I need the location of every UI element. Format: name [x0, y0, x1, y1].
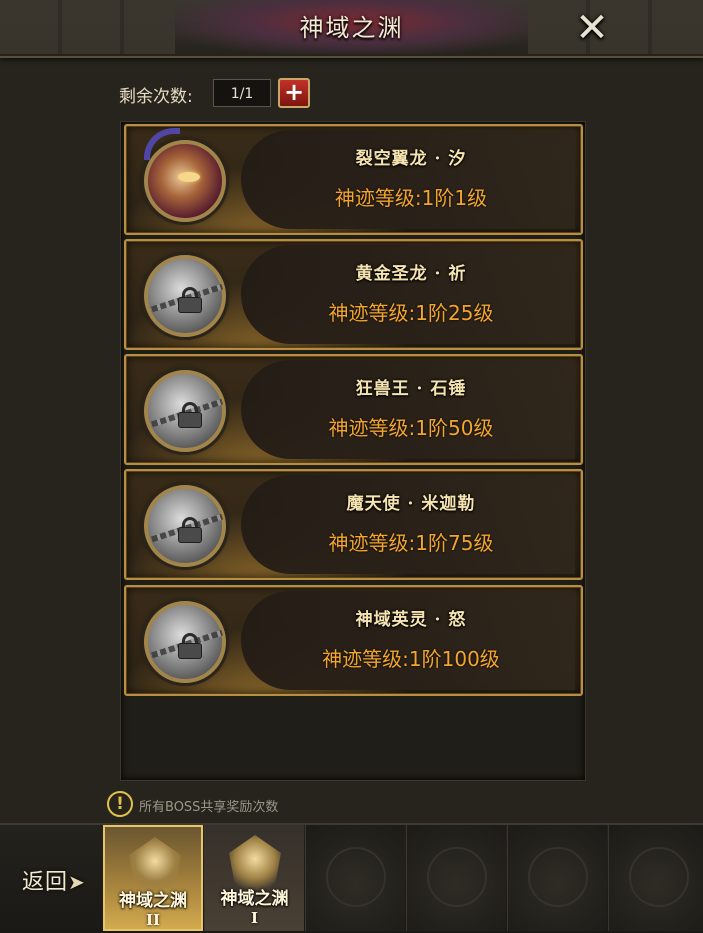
boss-portrait-dragon — [144, 128, 226, 222]
tab-abyss-1[interactable]: 神域之渊 I — [204, 825, 304, 931]
empty-tab-slot — [507, 825, 607, 931]
empty-slot-emblem — [629, 847, 689, 907]
crest-icon — [129, 837, 181, 897]
boss-level: 神迹等级:1阶50级 — [328, 416, 494, 440]
tab-label: 神域之渊 — [119, 891, 187, 911]
boss-portrait-locked — [144, 370, 226, 452]
empty-tab-slot — [406, 825, 506, 931]
empty-slot-emblem — [326, 847, 386, 907]
boss-portrait-locked — [144, 255, 226, 337]
boss-portrait-locked — [144, 485, 226, 567]
boss-name: 神域英灵 · 怒 — [355, 610, 467, 630]
boss-name: 黄金圣龙 · 祈 — [355, 264, 467, 284]
horn-decoration — [144, 128, 180, 160]
boss-card-1[interactable]: 裂空翼龙 · 汐 神迹等级:1阶1级 — [124, 124, 583, 235]
empty-slot-emblem — [427, 847, 487, 907]
boss-name: 裂空翼龙 · 汐 — [355, 149, 467, 169]
boss-card-5[interactable]: 神域英灵 · 怒 神迹等级:1阶100级 — [124, 585, 583, 696]
tab-roman-numeral: I — [250, 909, 259, 927]
add-attempts-button[interactable]: + — [278, 78, 310, 108]
lock-icon — [178, 287, 202, 313]
back-label: 返回 — [22, 870, 69, 895]
empty-tab-slot — [608, 825, 703, 931]
boss-level: 神迹等级:1阶25级 — [328, 301, 494, 325]
close-icon[interactable]: ✕ — [572, 8, 612, 48]
tab-label: 神域之渊 — [220, 889, 289, 909]
back-button[interactable]: 返回➤ — [22, 864, 86, 896]
boss-level: 神迹等级:1阶1级 — [334, 186, 488, 210]
lock-icon — [178, 517, 202, 543]
boss-card-2[interactable]: 黄金圣龙 · 祈 神迹等级:1阶25级 — [124, 239, 583, 350]
empty-slot-emblem — [528, 847, 588, 907]
empty-tab-slot — [305, 825, 405, 931]
eye-decoration — [178, 172, 200, 182]
crest-icon — [229, 835, 281, 895]
attempts-value: 1/1 — [213, 79, 271, 107]
boss-card-4[interactable]: 魔天使 · 米迦勒 神迹等级:1阶75级 — [124, 469, 583, 580]
boss-level: 神迹等级:1阶75级 — [328, 531, 494, 555]
tab-roman-numeral: II — [145, 911, 161, 929]
tab-abyss-2[interactable]: 神域之渊 II — [103, 825, 203, 931]
boss-card-3[interactable]: 狂兽王 · 石锤 神迹等级:1阶50级 — [124, 354, 583, 465]
lock-icon — [178, 633, 202, 659]
boss-level: 神迹等级:1阶100级 — [322, 647, 500, 671]
hint-text: 所有BOSS共享奖励次数 — [139, 800, 279, 815]
boss-name: 狂兽王 · 石锤 — [355, 379, 467, 399]
back-arrow-icon: ➤ — [68, 870, 86, 894]
warning-icon: ! — [107, 791, 133, 817]
lock-icon — [178, 402, 202, 428]
attempts-label: 剩余次数: — [119, 87, 193, 107]
boss-name: 魔天使 · 米迦勒 — [346, 494, 476, 514]
boss-portrait-locked — [144, 601, 226, 683]
